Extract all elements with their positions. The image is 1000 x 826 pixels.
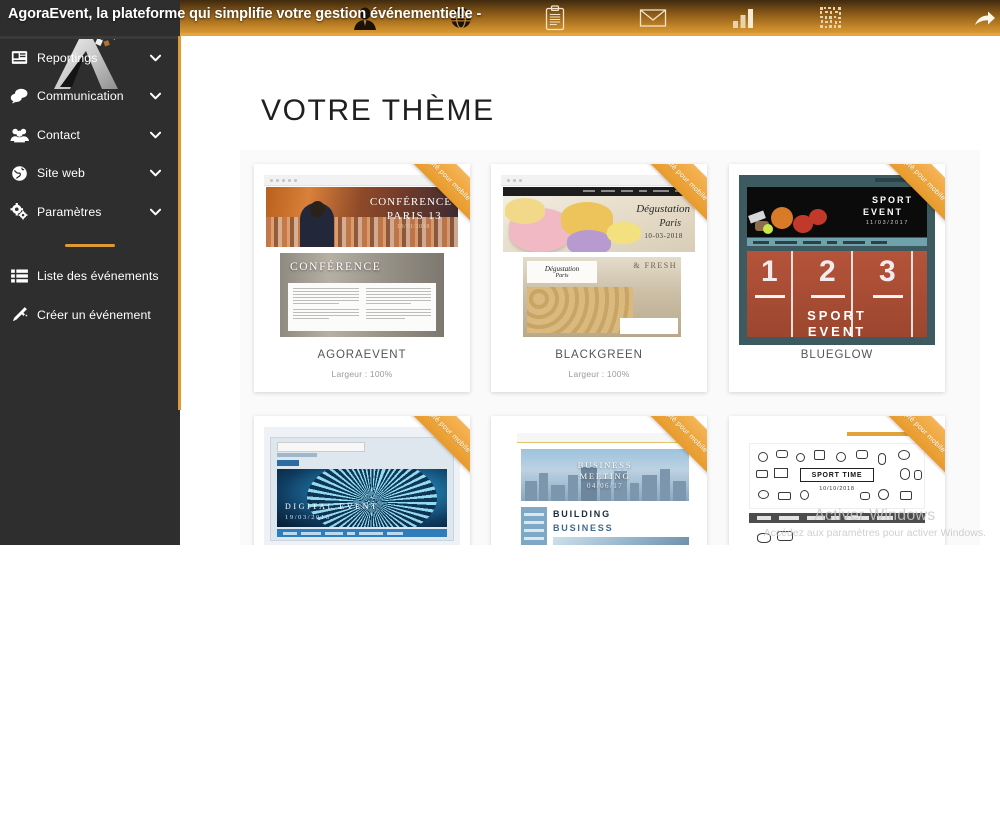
preview-label-line2: Paris: [555, 273, 569, 279]
preview-hero-date: 19/03/2018: [285, 514, 331, 521]
chevron-down-icon: [149, 164, 162, 182]
theme-name: BLACKGREEN: [555, 349, 643, 361]
qr-code-icon[interactable]: [814, 0, 848, 36]
theme-name: BLUEGLOW: [800, 349, 874, 361]
theme-card-agoraevent[interactable]: CONFÉRENCE PARIS 13 10/11/2018 CONFÉRENC…: [254, 164, 470, 392]
toolbar-underline: [180, 33, 1000, 36]
chevron-down-icon: [149, 203, 162, 221]
ribbon-label: Adapté pour mobile: [893, 164, 945, 203]
sidebar-item-label: Créer un événement: [37, 307, 151, 322]
chevron-down-icon: [149, 49, 162, 67]
sidebar-item-creer-un-evenement[interactable]: Créer un événement: [0, 296, 180, 335]
app-slogan: AgoraEvent, la plateforme qui simplifie …: [8, 6, 482, 22]
preview-label-line1: Dégustation: [544, 265, 580, 273]
sidebar-item-label: Site web: [37, 166, 85, 181]
envelope-icon[interactable]: [636, 0, 670, 36]
sidebar-item-site-web[interactable]: Site web: [0, 154, 180, 193]
chevron-down-icon: [149, 87, 162, 105]
preview-body-line2: BUSINESS: [553, 523, 614, 533]
ribbon-label: Adapté pour mobile: [418, 416, 470, 455]
mobile-ribbon: Adapté pour mobile: [384, 164, 470, 250]
theme-name: AGORAEVENT: [317, 349, 407, 361]
preview-watermark: & FRESH: [633, 261, 677, 270]
chevron-down-icon: [149, 126, 162, 144]
sidebar-item-label: Communication: [37, 89, 124, 104]
preview-section-title-2: EVENT: [807, 324, 867, 337]
ribbon-label: Adapté pour mobile: [893, 416, 945, 455]
preview-section-title: CONFÉRENCE: [290, 261, 382, 273]
sidebar-item-communication[interactable]: Communication: [0, 77, 180, 116]
preview-lane-number: 3: [879, 255, 896, 288]
theme-card-sport-time[interactable]: SPORT TIME 10/10/2018 SPORT TIME: [729, 416, 945, 545]
ribbon-label: Adapté pour mobile: [418, 164, 470, 203]
theme-card-building-business[interactable]: BUSINESS MEETING 04/06/17 BUILDING BUSIN…: [491, 416, 707, 545]
theme-card-blueglow[interactable]: SPORT EVENT 11/03/2017 1 2 3 SPORT EVENT…: [729, 164, 945, 392]
mobile-ribbon: Adapté pour mobile: [859, 416, 945, 502]
app-window: AgoraEvent, la plateforme qui simplifie …: [0, 0, 1000, 545]
mobile-ribbon: Adapté pour mobile: [384, 416, 470, 502]
bar-chart-icon[interactable]: [726, 0, 760, 36]
theme-width: Largeur : 100%: [331, 369, 393, 379]
ribbon-label: Adapté pour mobile: [655, 416, 707, 455]
ribbon-label: Adapté pour mobile: [655, 164, 707, 203]
theme-width: Largeur : 100%: [568, 369, 630, 379]
screenshot-root: AgoraEvent, la plateforme qui simplifie …: [0, 0, 1000, 826]
globe-network-icon: [6, 165, 32, 182]
list-icon: [6, 269, 32, 283]
preview-lane-number: 2: [819, 255, 836, 288]
main-content: VOTRE THÈME CONFÉRENCE PARIS 13 10/11/20…: [180, 36, 1000, 545]
preview-body-line1: BUILDING: [553, 509, 611, 519]
page-title: VOTRE THÈME: [261, 94, 495, 127]
sidebar: Événement Reportings Communication: [0, 0, 181, 545]
theme-card-digital-event[interactable]: DIGITAL EVENT 19/03/2018 DIGITAL EVENT A…: [254, 416, 470, 545]
mobile-ribbon: Adapté pour mobile: [621, 164, 707, 250]
sidebar-item-contact[interactable]: Contact: [0, 116, 180, 155]
sidebar-item-label: Contact: [37, 127, 81, 142]
mobile-ribbon: Adapté pour mobile: [621, 416, 707, 502]
preview-lane-number: 1: [761, 255, 778, 288]
sidebar-divider: [65, 244, 115, 247]
theme-grid-panel: CONFÉRENCE PARIS 13 10/11/2018 CONFÉRENC…: [240, 150, 980, 545]
sidebar-item-liste-des-evenements[interactable]: Liste des événements: [0, 257, 180, 296]
theme-card-blackgreen[interactable]: Dégustation Paris 10-03-2018 & FRESH Dég…: [491, 164, 707, 392]
clipboard-icon[interactable]: [538, 0, 572, 36]
magic-wand-icon: [6, 306, 32, 323]
sidebar-item-reportings[interactable]: Reportings: [0, 39, 180, 78]
share-arrow-icon[interactable]: [970, 0, 1000, 36]
mobile-ribbon: Adapté pour mobile: [859, 164, 945, 250]
people-group-icon: [6, 127, 32, 143]
sidebar-item-label: Liste des événements: [37, 269, 159, 284]
sidebar-item-parametres[interactable]: Paramètres: [0, 193, 180, 232]
sidebar-item-label: Paramètres: [37, 204, 102, 219]
gears-icon: [6, 203, 32, 220]
report-card-icon: [6, 50, 32, 65]
preview-hero-title: DIGITAL EVENT: [285, 502, 379, 511]
sidebar-item-label: Reportings: [37, 50, 98, 65]
speech-bubbles-icon: [6, 88, 32, 104]
sidebar-accent-edge: [178, 0, 181, 410]
preview-hero-title: SPORT TIME: [811, 471, 863, 479]
preview-section-title: SPORT: [807, 308, 867, 323]
